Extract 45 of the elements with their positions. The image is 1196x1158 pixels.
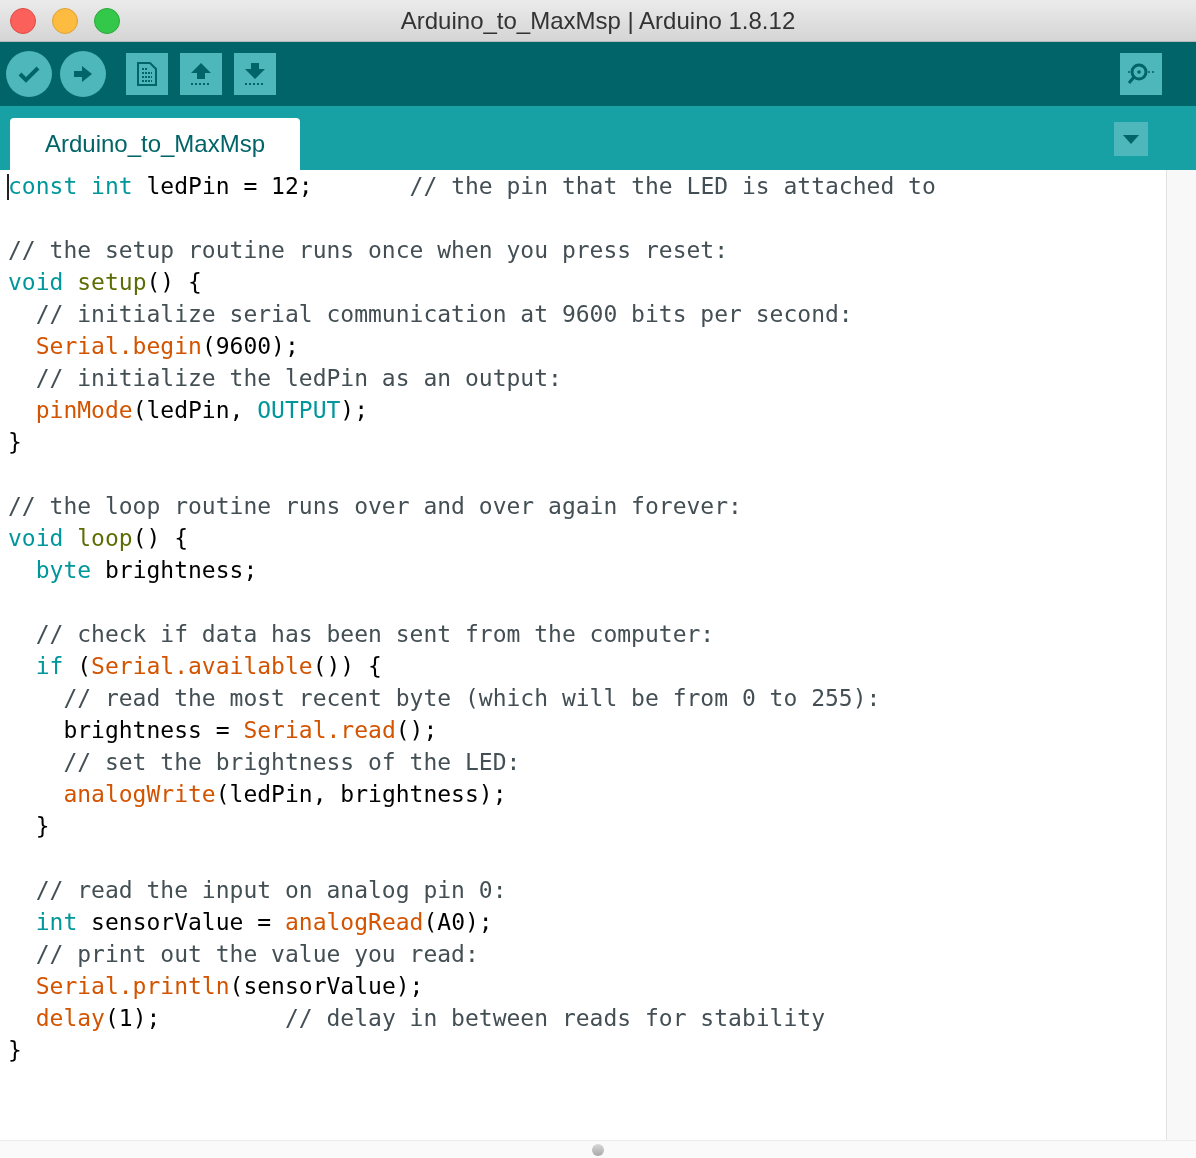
open-button[interactable] — [180, 53, 222, 95]
window-title: Arduino_to_MaxMsp | Arduino 1.8.12 — [400, 5, 796, 36]
code-line: // initialize the ledPin as an output: — [34, 364, 563, 393]
code-line: // check if data has been sent from the computer: — [34, 620, 716, 649]
code-line: // print out the value you read: — [34, 940, 480, 969]
code-line: // the loop routine runs over and over again forever: — [8, 492, 743, 521]
resize-handle[interactable] — [592, 1143, 604, 1156]
code-line: // set the brightness of the LED: — [62, 748, 522, 777]
tab-menu-button[interactable] — [1114, 122, 1148, 156]
code-line: pinMode(ledPin, OUTPUT); — [34, 396, 370, 425]
save-button[interactable] — [234, 53, 276, 95]
verify-button[interactable] — [6, 51, 52, 97]
code-line: } — [8, 1036, 23, 1065]
code-line: Serial.begin(9600); — [34, 332, 300, 361]
document-icon — [136, 61, 158, 87]
serial-monitor-button[interactable] — [1120, 53, 1162, 95]
code-line: byte brightness; — [34, 556, 259, 585]
code-line: } — [8, 428, 23, 457]
code-line: // read the input on analog pin 0: — [34, 876, 508, 905]
arrow-right-icon — [72, 64, 94, 84]
code-line: // initialize serial communication at 9600 bits per second: — [34, 300, 854, 329]
code-line: delay(1); // delay in between reads for stability — [34, 1004, 826, 1033]
file-tab[interactable]: Arduino_to_MaxMsp — [10, 118, 300, 170]
download-icon — [243, 61, 267, 87]
upload-icon — [189, 61, 213, 87]
code-line: // read the most recent byte (which will be from 0 to 255): — [62, 684, 882, 713]
code-line: Serial.println(sensorValue); — [34, 972, 425, 1001]
code-line: brightness = Serial.read(); — [62, 716, 439, 745]
code-line: } — [34, 812, 51, 841]
zoom-button[interactable] — [94, 8, 120, 34]
code-line: const int ledPin = 12; // the pin that the LED is attached to — [8, 172, 937, 201]
code-line: if (Serial.available()) { — [34, 652, 383, 681]
close-button[interactable] — [10, 8, 36, 34]
upload-button[interactable] — [60, 51, 106, 97]
code-line: analogWrite(ledPin, brightness); — [62, 780, 508, 809]
caret-icon — [1123, 134, 1139, 144]
text-cursor — [7, 174, 9, 200]
code-line: void setup() { — [8, 268, 203, 297]
check-icon — [17, 64, 41, 84]
code-line: // the setup routine runs once when you press reset: — [8, 236, 730, 265]
code-line: int sensorValue = analogRead(A0); — [34, 908, 494, 937]
magnifier-icon — [1126, 62, 1156, 86]
minimize-button[interactable] — [52, 8, 78, 34]
code-line: void loop() { — [8, 524, 190, 553]
new-button[interactable] — [126, 53, 168, 95]
